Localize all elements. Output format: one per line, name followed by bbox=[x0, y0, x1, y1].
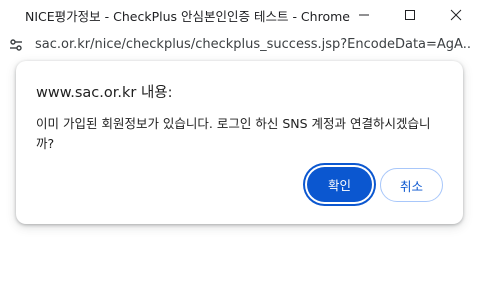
site-info-icon[interactable] bbox=[8, 37, 24, 53]
minimize-icon bbox=[359, 14, 369, 15]
window-title: NICE평가정보 - CheckPlus 안심본인인증 테스트 - Chrome bbox=[25, 9, 350, 24]
address-bar: sac.or.kr/nice/checkplus/checkplus_succe… bbox=[0, 29, 479, 62]
ok-button[interactable]: 확인 bbox=[307, 167, 372, 202]
maximize-button[interactable] bbox=[387, 0, 433, 29]
close-button[interactable] bbox=[433, 0, 479, 29]
url-field[interactable]: sac.or.kr/nice/checkplus/checkplus_succe… bbox=[35, 37, 471, 52]
title-bar: NICE평가정보 - CheckPlus 안심본인인증 테스트 - Chrome bbox=[0, 0, 479, 29]
dialog-message: 이미 가입된 회원정보가 있습니다. 로그인 하신 SNS 계정과 연결하시겠습… bbox=[36, 116, 431, 151]
cancel-button[interactable]: 취소 bbox=[380, 168, 443, 202]
alert-dialog: www.sac.or.kr 내용: 이미 가입된 회원정보가 있습니다. 로그인… bbox=[16, 61, 463, 224]
minimize-button[interactable] bbox=[341, 0, 387, 29]
maximize-icon bbox=[405, 9, 415, 20]
dialog-title: www.sac.or.kr 내용: bbox=[36, 85, 173, 101]
browser-window: NICE평가정보 - CheckPlus 안심본인인증 테스트 - Chrome… bbox=[0, 0, 479, 300]
close-icon bbox=[450, 9, 462, 20]
